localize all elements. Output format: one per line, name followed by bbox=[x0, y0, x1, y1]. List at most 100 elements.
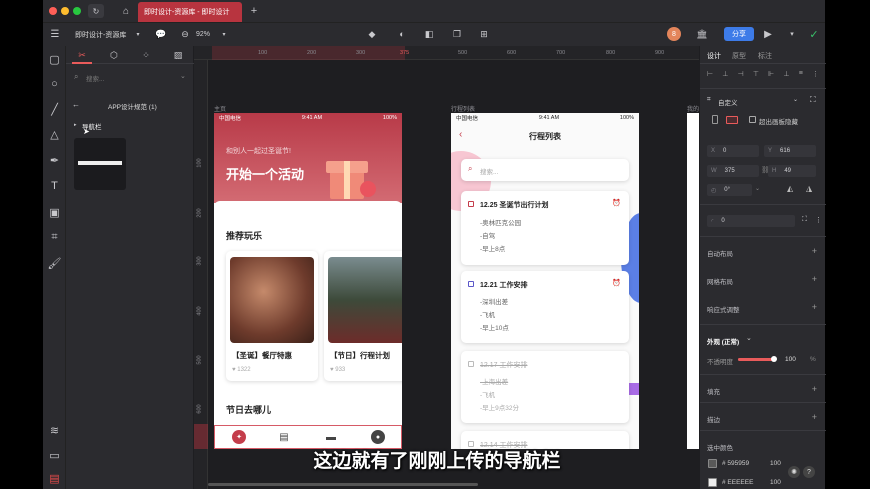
mask-icon[interactable]: ◐ bbox=[395, 28, 409, 40]
resize-to-fit-icon[interactable]: ⛶ bbox=[810, 95, 816, 105]
crop-tool-icon[interactable]: ⌗ bbox=[43, 229, 66, 245]
component-icon[interactable]: ◆ bbox=[366, 28, 378, 40]
appearance-select[interactable]: 外观 (正常) bbox=[707, 336, 739, 346]
menu-icon[interactable]: ☰ bbox=[49, 28, 61, 40]
play-icon[interactable]: ▶ bbox=[762, 27, 774, 41]
width-field[interactable]: W 375 bbox=[707, 165, 759, 177]
align-left-icon[interactable]: ⊢ bbox=[707, 70, 713, 82]
zoom-chevron-icon[interactable]: ▾ bbox=[219, 29, 229, 39]
flip-horizontal-icon[interactable]: ◭ bbox=[787, 184, 793, 193]
more-icon[interactable]: ⋮ bbox=[812, 70, 819, 82]
frame-tool-icon[interactable]: ▢ bbox=[43, 51, 66, 67]
corner-radius-field[interactable]: ◜ 0 bbox=[707, 215, 795, 227]
tab-design[interactable]: 设计 bbox=[707, 51, 721, 61]
add-auto-layout-icon[interactable]: + bbox=[812, 246, 817, 256]
artboard-home[interactable]: 中国电信 9:41 AM 100% 和别人一起过圣诞节! 开始一个活动 推荐玩乐… bbox=[214, 113, 402, 449]
recommend-card[interactable]: 【圣诞】餐厅特惠 ♥ 1322 bbox=[226, 251, 318, 381]
clip-content-checkbox[interactable] bbox=[749, 116, 756, 123]
layout-icon[interactable]: ⊞ bbox=[477, 28, 491, 40]
add-fill-icon[interactable]: + bbox=[812, 384, 817, 394]
message-icon[interactable]: ▬ bbox=[325, 430, 337, 444]
flip-vertical-icon[interactable]: ◮ bbox=[806, 184, 812, 193]
avatar[interactable]: 8 bbox=[667, 27, 681, 41]
add-stroke-icon[interactable]: + bbox=[812, 412, 817, 422]
share-button[interactable]: 分享 bbox=[724, 27, 754, 41]
play-options-icon[interactable]: ▾ bbox=[786, 27, 798, 41]
search-input[interactable]: 搜索... bbox=[480, 166, 498, 176]
profile-icon[interactable]: ● bbox=[371, 430, 385, 444]
settings-icon[interactable]: ✺ bbox=[788, 466, 800, 478]
refresh-icon[interactable]: ↻ bbox=[88, 4, 104, 18]
text-tool-icon[interactable]: T bbox=[43, 178, 66, 194]
x-field[interactable]: X0 bbox=[707, 145, 759, 157]
file-name[interactable]: 即时设计-资源库 bbox=[75, 30, 126, 40]
align-right-icon[interactable]: ⊣ bbox=[738, 70, 744, 82]
folder-icon[interactable]: ▭ bbox=[43, 447, 66, 463]
align-middle-icon[interactable]: ⊩ bbox=[768, 70, 774, 82]
tab-document[interactable]: 即时设计-资源库 - 即时设计 bbox=[138, 2, 242, 22]
color-alpha[interactable]: 100 bbox=[770, 479, 781, 486]
zoom-level[interactable]: 92% bbox=[196, 31, 210, 38]
preset-chevron-icon[interactable]: ⌄ bbox=[793, 96, 798, 103]
itinerary-search[interactable]: ⌕ 搜索... bbox=[461, 159, 629, 181]
home-icon[interactable]: ⌂ bbox=[119, 4, 133, 18]
canvas-scrollbar[interactable] bbox=[208, 483, 478, 486]
maximize-window-button[interactable] bbox=[73, 7, 81, 15]
artboard-itinerary[interactable]: 中国电信 9:41 AM 100% ‹ 行程列表 ⌕ 搜索... 12.25 圣… bbox=[451, 113, 639, 449]
tab-prototype[interactable]: 原型 bbox=[732, 51, 746, 61]
compass-icon[interactable]: ✦ bbox=[232, 430, 246, 444]
corner-more-icon[interactable]: ⋮ bbox=[815, 216, 822, 224]
checkbox[interactable] bbox=[468, 361, 474, 367]
images-tab-icon[interactable]: ▨ bbox=[172, 49, 184, 61]
distribute-icon[interactable]: ≡ bbox=[799, 70, 803, 82]
opacity-slider-handle[interactable] bbox=[771, 356, 777, 362]
opacity-value[interactable]: 100 bbox=[785, 356, 796, 363]
rotation-field[interactable]: ◴ 0° bbox=[707, 184, 752, 196]
expand-arrow-icon[interactable]: ▸ bbox=[74, 122, 77, 128]
chevron-down-icon[interactable]: ▾ bbox=[133, 29, 143, 39]
color-swatch[interactable] bbox=[708, 478, 717, 487]
itinerary-item-done[interactable]: 12.17 工作安排 -上海出差 -飞机 -早上9点32分 bbox=[461, 351, 629, 423]
boolean-icon[interactable]: ◧ bbox=[423, 28, 435, 40]
help-icon[interactable]: ? bbox=[803, 466, 815, 478]
independent-corners-icon[interactable]: ⛶ bbox=[802, 216, 807, 224]
layers-search[interactable]: ⌕ 搜索... ⌄ bbox=[72, 70, 188, 84]
color-swatch[interactable] bbox=[708, 459, 717, 468]
layers-tab-icon[interactable]: ✂ bbox=[76, 49, 88, 61]
assets-tab-icon[interactable]: ⁘ bbox=[140, 49, 152, 61]
frame-preset-select[interactable]: 自定义 bbox=[718, 97, 738, 107]
new-tab-icon[interactable]: + bbox=[247, 4, 261, 18]
color-hex[interactable]: # EEEEEE bbox=[722, 479, 753, 486]
add-responsive-icon[interactable]: + bbox=[812, 302, 817, 312]
appearance-chevron-icon[interactable]: ⌄ bbox=[746, 334, 752, 342]
search-input[interactable]: 搜索... bbox=[86, 73, 104, 83]
opacity-slider[interactable] bbox=[738, 356, 777, 362]
line-tool-icon[interactable]: ╱ bbox=[43, 101, 66, 117]
portrait-icon[interactable] bbox=[712, 115, 718, 124]
align-bottom-icon[interactable]: ⊥ bbox=[783, 70, 789, 82]
itinerary-item[interactable]: 12.25 圣诞节出行计划 ⏰ -奥林匹克公园 -自驾 -早上8点 bbox=[461, 191, 629, 265]
itinerary-item[interactable]: 12.21 工作安排 ⏰ -深圳出差 -飞机 -早上10点 bbox=[461, 271, 629, 343]
layers-stack-icon[interactable]: ≋ bbox=[43, 422, 66, 438]
ellipse-tool-icon[interactable]: ○ bbox=[43, 76, 66, 92]
height-field[interactable]: H 49 bbox=[768, 165, 816, 177]
close-window-button[interactable] bbox=[49, 7, 57, 15]
library-icon[interactable]: 🏛 bbox=[696, 28, 708, 40]
artboard-profile[interactable] bbox=[687, 113, 699, 449]
color-alpha[interactable]: 100 bbox=[770, 460, 781, 467]
triangle-tool-icon[interactable]: △ bbox=[43, 126, 66, 142]
group-icon[interactable]: ❐ bbox=[449, 28, 465, 40]
rotate-chevron-icon[interactable]: ⌄ bbox=[755, 185, 760, 192]
landscape-icon[interactable] bbox=[726, 116, 738, 124]
align-top-icon[interactable]: ⊤ bbox=[753, 70, 759, 82]
add-grid-icon[interactable]: + bbox=[812, 274, 817, 284]
assets-icon[interactable]: ▤ bbox=[43, 470, 66, 486]
image-tool-icon[interactable]: ▣ bbox=[43, 204, 66, 220]
y-field[interactable]: Y 616 bbox=[764, 145, 816, 157]
checkbox[interactable] bbox=[468, 281, 474, 287]
back-arrow-icon[interactable]: ← bbox=[72, 100, 80, 109]
page-name[interactable]: APP设计规范 (1) bbox=[108, 101, 157, 111]
document-icon[interactable]: ▤ bbox=[278, 430, 290, 444]
color-hex[interactable]: # 595959 bbox=[722, 460, 749, 467]
tab-annotate[interactable]: 标注 bbox=[758, 51, 772, 61]
